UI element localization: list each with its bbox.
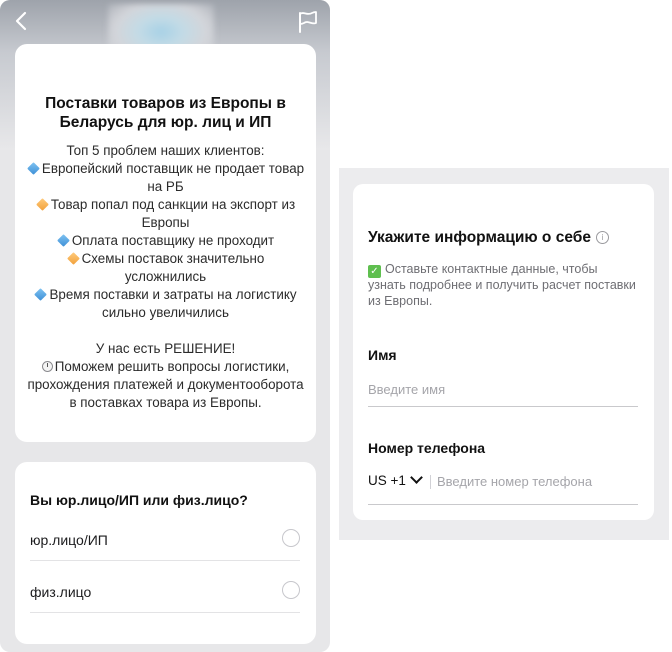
name-input[interactable] xyxy=(368,372,638,407)
form-title: Укажите информацию о себе i xyxy=(368,229,609,247)
intro-title: Поставки товаров из Европы в Беларусь дл… xyxy=(45,95,286,131)
solution-text: Поможем решить вопросы логистики, прохож… xyxy=(27,359,304,410)
orange-diamond-icon xyxy=(66,252,80,266)
phone-label: Номер телефона xyxy=(368,440,486,456)
solution-heading: У нас есть РЕШЕНИЕ! xyxy=(95,341,236,356)
info-icon[interactable]: i xyxy=(595,231,609,244)
blue-diamond-icon xyxy=(34,288,48,302)
flag-icon xyxy=(299,11,317,33)
problem-item: Оплата поставщику не проходит xyxy=(25,232,306,250)
report-button[interactable] xyxy=(294,8,322,36)
radio-button[interactable] xyxy=(282,529,300,547)
problem-item: Товар попал под санкции на экспорт из Ев… xyxy=(25,196,306,232)
form-description: ✓ Оставьте контактные данные, чтобы узнат… xyxy=(368,262,636,308)
intro-body: Топ 5 проблем наших клиентов: Европейски… xyxy=(25,142,306,412)
problem-item: Европейский поставщик не продает товар н… xyxy=(25,160,306,196)
option-individual[interactable]: физ.лицо xyxy=(30,572,300,613)
country-code-select[interactable]: US +1 xyxy=(368,471,423,488)
chevron-left-icon xyxy=(15,11,27,31)
name-label: Имя xyxy=(368,347,397,363)
question-title: Вы юр.лицо/ИП или физ.лицо? xyxy=(30,492,248,508)
contact-form-card: Укажите информацию о себе i ✓ Оставьте кон… xyxy=(353,184,654,520)
option-label: юр.лицо/ИП xyxy=(30,532,108,548)
back-button[interactable] xyxy=(8,8,36,36)
divider xyxy=(430,475,431,489)
blue-diamond-icon xyxy=(27,162,40,176)
phone-input[interactable] xyxy=(437,470,637,492)
blue-diamond-icon xyxy=(56,234,70,248)
intro-heading: Топ 5 проблем наших клиентов: xyxy=(66,143,265,158)
option-legal-entity[interactable]: юр.лицо/ИП xyxy=(30,520,300,561)
intro-card: Поставки товаров из Европы в Беларусь дл… xyxy=(15,44,316,442)
question-card: Вы юр.лицо/ИП или физ.лицо? юр.лицо/ИП ф… xyxy=(15,462,316,644)
problem-item: Схемы поставок значительно усложнились xyxy=(25,250,306,286)
phone-field: US +1 xyxy=(368,466,638,505)
chevron-down-icon xyxy=(410,471,423,484)
problem-item: Время поставки и затраты на логистику си… xyxy=(25,286,306,322)
lead-ad-screen: Поставки товаров из Европы в Беларусь дл… xyxy=(0,0,330,652)
contact-form-screen: Укажите информацию о себе i ✓ Оставьте кон… xyxy=(339,168,669,540)
radio-button[interactable] xyxy=(282,581,300,599)
checkmark-icon: ✓ xyxy=(368,265,381,278)
orange-diamond-icon xyxy=(36,198,49,212)
clock-icon xyxy=(41,361,53,372)
option-label: физ.лицо xyxy=(30,584,92,600)
